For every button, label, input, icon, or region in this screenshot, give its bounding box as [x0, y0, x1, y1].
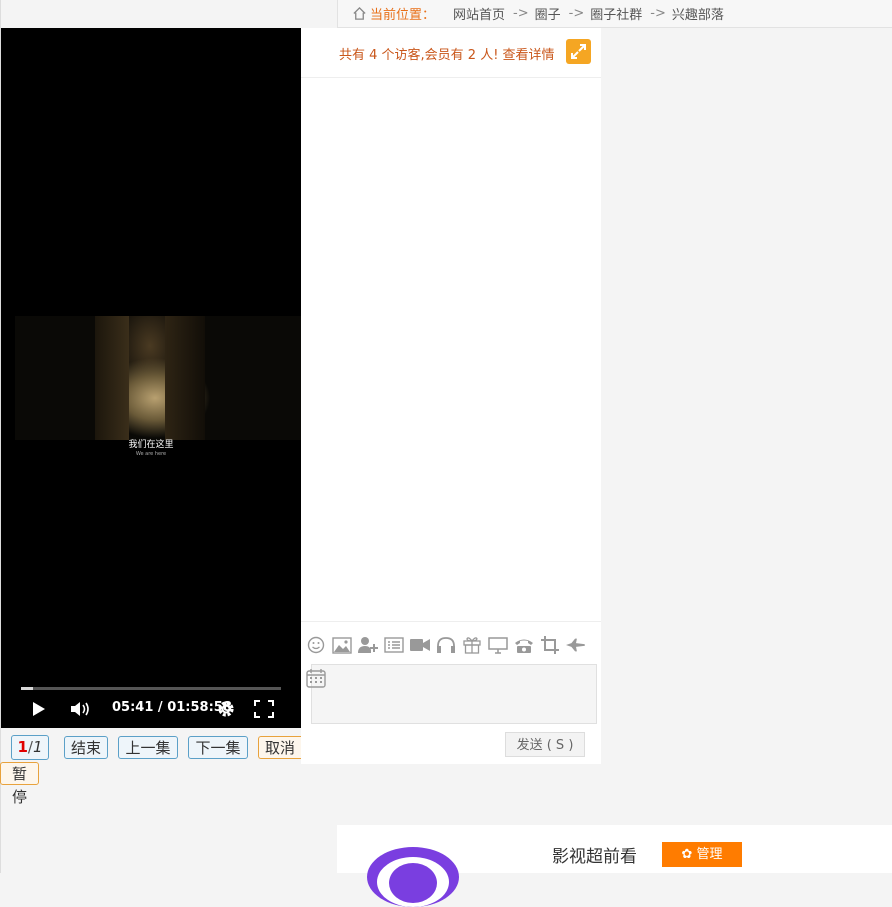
- video-subtitle-english: We are here: [135, 451, 167, 457]
- progress-fill: [21, 687, 34, 690]
- pause-button[interactable]: 暂停: [0, 762, 39, 806]
- page-total: 1: [32, 738, 43, 756]
- video-frame: [15, 316, 301, 440]
- phone-icon[interactable]: [514, 635, 534, 655]
- settings-button[interactable]: [214, 698, 238, 720]
- headphones-icon[interactable]: [436, 635, 456, 655]
- list-icon[interactable]: [384, 635, 404, 655]
- send-button[interactable]: 发送 ( S ): [505, 732, 585, 757]
- play-button[interactable]: [28, 698, 50, 720]
- add-user-icon[interactable]: [358, 635, 378, 655]
- video-subtitle: 我们在这里: [128, 440, 174, 450]
- chat-message-area[interactable]: [301, 78, 601, 622]
- breadcrumb-separator: ->: [650, 6, 666, 21]
- visitor-count-link[interactable]: 共有 4 个访客,会员有 2 人! 查看详情: [339, 44, 555, 63]
- expand-icon: [571, 44, 586, 59]
- expand-button[interactable]: [566, 39, 591, 64]
- chat-header: 共有 4 个访客,会员有 2 人! 查看详情: [301, 28, 601, 78]
- volume-button[interactable]: [69, 698, 93, 720]
- calendar-icon[interactable]: [306, 668, 326, 688]
- community-name: 影视超前看: [552, 847, 637, 867]
- page-current: 1: [17, 738, 28, 756]
- crop-icon[interactable]: [540, 635, 560, 655]
- smile-icon[interactable]: [306, 635, 326, 655]
- volume-icon: [71, 702, 89, 716]
- chat-panel: 共有 4 个访客,会员有 2 人! 查看详情 发送 ( S ): [301, 28, 601, 764]
- breadcrumb: 当前位置： 网站首页 -> 圈子 -> 圈子社群 -> 兴趣部落: [337, 0, 892, 28]
- prev-episode-button[interactable]: 上一集: [118, 736, 178, 759]
- gift-icon[interactable]: [462, 635, 482, 655]
- chat-toolbar: [306, 634, 586, 656]
- breadcrumb-current-label: 当前位置：: [370, 8, 436, 23]
- episode-pager: 1/1: [11, 735, 49, 760]
- manage-label: 管理: [696, 847, 723, 862]
- breadcrumb-separator: ->: [513, 6, 529, 21]
- fullscreen-button[interactable]: [252, 698, 276, 720]
- manage-button[interactable]: ✿ 管理: [662, 842, 742, 867]
- image-icon[interactable]: [332, 635, 352, 655]
- monitor-icon[interactable]: [488, 635, 508, 655]
- home-icon: [352, 6, 368, 22]
- community-logo: [367, 847, 459, 907]
- chat-input[interactable]: [311, 664, 597, 724]
- breadcrumb-tribe-link[interactable]: 兴趣部落: [672, 4, 724, 23]
- breadcrumb-community-link[interactable]: 圈子社群: [590, 4, 642, 23]
- community-card: 影视超前看 ✿ 管理: [337, 825, 892, 907]
- time-separator: /: [153, 700, 168, 715]
- video-player[interactable]: 我们在这里 We are here 05:41 / 01:58:58: [1, 28, 301, 728]
- progress-bar[interactable]: [21, 687, 281, 690]
- breadcrumb-home-link[interactable]: 网站首页: [453, 4, 505, 23]
- gear-icon: [218, 701, 234, 717]
- end-button[interactable]: 结束: [64, 736, 108, 759]
- gear-icon: ✿: [681, 847, 693, 862]
- play-icon: [33, 702, 45, 716]
- next-episode-button[interactable]: 下一集: [188, 736, 248, 759]
- video-icon[interactable]: [410, 635, 430, 655]
- breadcrumb-circle-link[interactable]: 圈子: [535, 4, 561, 23]
- breadcrumb-separator: ->: [568, 6, 585, 21]
- time-current: 05:41: [112, 700, 154, 715]
- fullscreen-icon: [254, 700, 274, 718]
- cancel-button[interactable]: 取消: [258, 736, 301, 759]
- plane-icon[interactable]: [566, 635, 586, 655]
